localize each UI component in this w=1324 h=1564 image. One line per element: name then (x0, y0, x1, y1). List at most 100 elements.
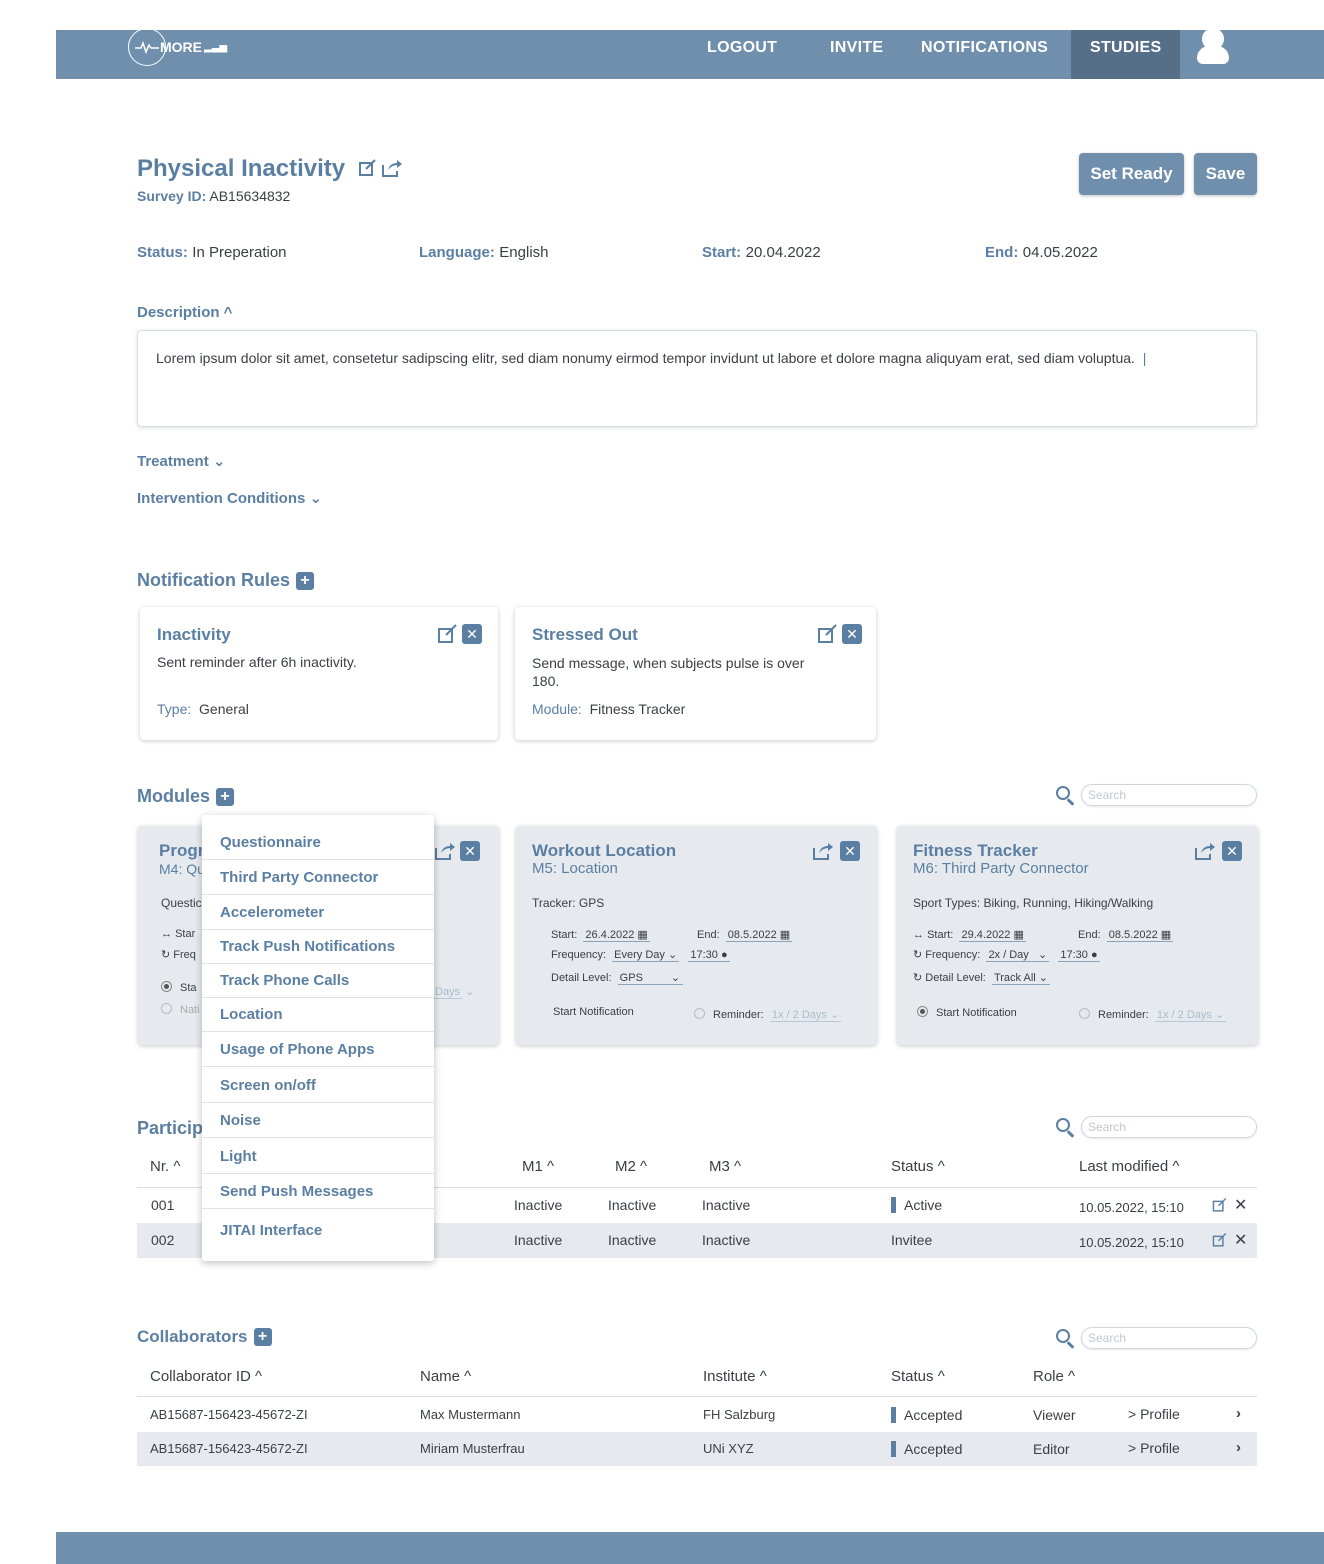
reminder-row[interactable]: Reminder: 1x / 2 Days ⌄ (694, 1008, 842, 1022)
meta-value: Fitness Tracker (589, 701, 686, 717)
frequency-label: Freq (173, 949, 196, 961)
column-header-name[interactable]: Name ^ (420, 1368, 471, 1385)
description-textarea[interactable]: Lorem ipsum dolor sit amet, consetetur s… (137, 330, 1257, 427)
reminder-select[interactable]: 1x / 2 Days ⌄ (769, 1009, 842, 1022)
frequency-select[interactable]: 2x / Day ⌄ (986, 949, 1050, 962)
radio-icon[interactable] (161, 981, 172, 992)
nav-studies[interactable]: STUDIES (1071, 30, 1181, 79)
start-notification-label: Sta (180, 982, 197, 994)
end-value: 04.05.2022 (1022, 244, 1098, 261)
chevron-right-icon[interactable]: › (1236, 1405, 1241, 1422)
intervention-conditions-toggle[interactable]: Intervention Conditions ⌄ (137, 489, 322, 507)
edit-icon[interactable] (358, 158, 378, 183)
share-icon[interactable] (812, 841, 834, 866)
description-toggle[interactable]: Description ^ (137, 304, 232, 321)
close-icon[interactable]: ✕ (460, 841, 480, 861)
column-header-m2[interactable]: M2 ^ (615, 1158, 647, 1175)
nav-notifications[interactable]: NOTIFICATIONS (921, 30, 1048, 79)
start-notification-row[interactable]: Sta (161, 981, 197, 994)
collaborators-search-input[interactable]: Search (1081, 1327, 1257, 1349)
chevron-right-icon: > (1128, 1406, 1137, 1422)
add-notification-rule-button[interactable]: + (296, 571, 315, 590)
chevron-right-icon[interactable]: › (1236, 1439, 1241, 1456)
menu-item-track-push-notifications[interactable]: Track Push Notifications (202, 929, 434, 964)
close-icon[interactable]: ✕ (840, 841, 860, 861)
row-m1: Inactive (514, 1197, 563, 1213)
text-cursor: | (1138, 350, 1147, 366)
menu-item-light[interactable]: Light (202, 1139, 434, 1174)
menu-item-accelerometer[interactable]: Accelerometer (202, 895, 434, 930)
column-header-m3[interactable]: M3 ^ (709, 1158, 741, 1175)
modules-search-input[interactable]: Search (1081, 784, 1257, 806)
share-icon[interactable] (1194, 841, 1216, 866)
save-button[interactable]: Save (1194, 153, 1257, 195)
share-icon[interactable] (381, 158, 403, 183)
nav-invite[interactable]: INVITE (830, 30, 883, 79)
add-module-button[interactable]: + (216, 787, 235, 806)
start-date-input[interactable]: 29.4.2022 ▦ (959, 929, 1026, 942)
profile-link[interactable]: > Profile (1128, 1440, 1180, 1456)
edit-icon[interactable] (1212, 1232, 1228, 1253)
module-card-title: Progr (159, 841, 205, 860)
close-icon[interactable]: ✕ (1222, 841, 1242, 861)
profile-link[interactable]: > Profile (1128, 1406, 1180, 1422)
search-icon[interactable] (1056, 786, 1070, 800)
column-header-status[interactable]: Status ^ (891, 1158, 945, 1175)
column-header-role[interactable]: Role ^ (1033, 1368, 1075, 1385)
reminder-select[interactable]: 1x / 2 Days ⌄ (1154, 1009, 1227, 1022)
column-header-collaborator-id[interactable]: Collaborator ID ^ (150, 1368, 262, 1385)
column-header-nr[interactable]: Nr. ^ (150, 1158, 180, 1175)
reminder-value: 1x / 2 Days (1156, 1009, 1212, 1021)
edit-icon[interactable] (817, 623, 839, 645)
menu-item-track-phone-calls[interactable]: Track Phone Calls (202, 963, 434, 998)
time-input[interactable]: 17:30 ● (1058, 949, 1100, 962)
search-icon[interactable] (1056, 1118, 1070, 1132)
start-row: ↔ Star (161, 928, 195, 940)
menu-item-send-push-messages[interactable]: Send Push Messages (202, 1174, 434, 1209)
menu-item-third-party-connector[interactable]: Third Party Connector (202, 860, 434, 895)
more-logo[interactable]: MORE ▂▃▅ (128, 26, 227, 68)
column-header-institute[interactable]: Institute ^ (703, 1368, 767, 1385)
language-field: Language: English (419, 244, 549, 262)
frequency-select[interactable]: Every Day ⌄ (612, 949, 680, 962)
menu-item-location[interactable]: Location (202, 997, 434, 1032)
menu-item-usage-of-phone-apps[interactable]: Usage of Phone Apps (202, 1032, 434, 1067)
notification-card-meta: Module: Fitness Tracker (532, 701, 685, 717)
notification-rules-title: Notification Rules (137, 570, 291, 590)
detail-level-select[interactable]: Track All ⌄ (991, 972, 1050, 985)
reminder-row[interactable]: Reminder: 1x / 2 Days ⌄ (1079, 1008, 1227, 1022)
reminder-select[interactable]: Days ⌄ (433, 985, 474, 999)
end-date-input[interactable]: 08.5.2022 ▦ (725, 929, 793, 942)
bars-icon: ▂▃▅ (204, 41, 228, 53)
menu-item-questionnaire[interactable]: Questionnaire (202, 825, 434, 860)
menu-item-screen-on-off[interactable]: Screen on/off (202, 1068, 434, 1103)
treatment-toggle[interactable]: Treatment ⌄ (137, 452, 225, 470)
radio-icon[interactable] (917, 1006, 928, 1017)
close-icon[interactable]: ✕ (842, 624, 862, 644)
set-ready-button[interactable]: Set Ready (1079, 153, 1184, 195)
menu-item-jitai-interface[interactable]: JITAI Interface (202, 1213, 434, 1248)
delete-icon[interactable]: ✕ (1234, 1195, 1247, 1215)
participants-search-input[interactable]: Search (1081, 1116, 1257, 1138)
search-icon[interactable] (1056, 1329, 1070, 1343)
radio-icon[interactable] (161, 1003, 172, 1014)
add-collaborator-button[interactable]: + (253, 1328, 272, 1346)
status-text: Active (904, 1197, 943, 1213)
radio-icon[interactable] (1079, 1008, 1090, 1019)
column-header-last-modified[interactable]: Last modified ^ (1079, 1158, 1179, 1175)
delete-icon[interactable]: ✕ (1234, 1230, 1247, 1250)
edit-icon[interactable] (437, 623, 459, 645)
nav-logout[interactable]: LOGOUT (707, 30, 777, 79)
notification-row[interactable]: Nati (161, 1003, 200, 1016)
radio-icon[interactable] (694, 1008, 705, 1019)
close-icon[interactable]: ✕ (462, 624, 482, 644)
start-date-input[interactable]: 26.4.2022 ▦ (583, 929, 650, 942)
time-input[interactable]: 17:30 ● (688, 949, 730, 962)
end-date-input[interactable]: 08.5.2022 ▦ (1106, 929, 1174, 942)
edit-icon[interactable] (1212, 1197, 1228, 1218)
column-header-status[interactable]: Status ^ (891, 1368, 945, 1385)
share-icon[interactable] (434, 841, 456, 866)
start-notification-row[interactable]: Start Notification (917, 1006, 1017, 1019)
column-header-m1[interactable]: M1 ^ (522, 1158, 554, 1175)
menu-item-noise[interactable]: Noise (202, 1103, 434, 1138)
